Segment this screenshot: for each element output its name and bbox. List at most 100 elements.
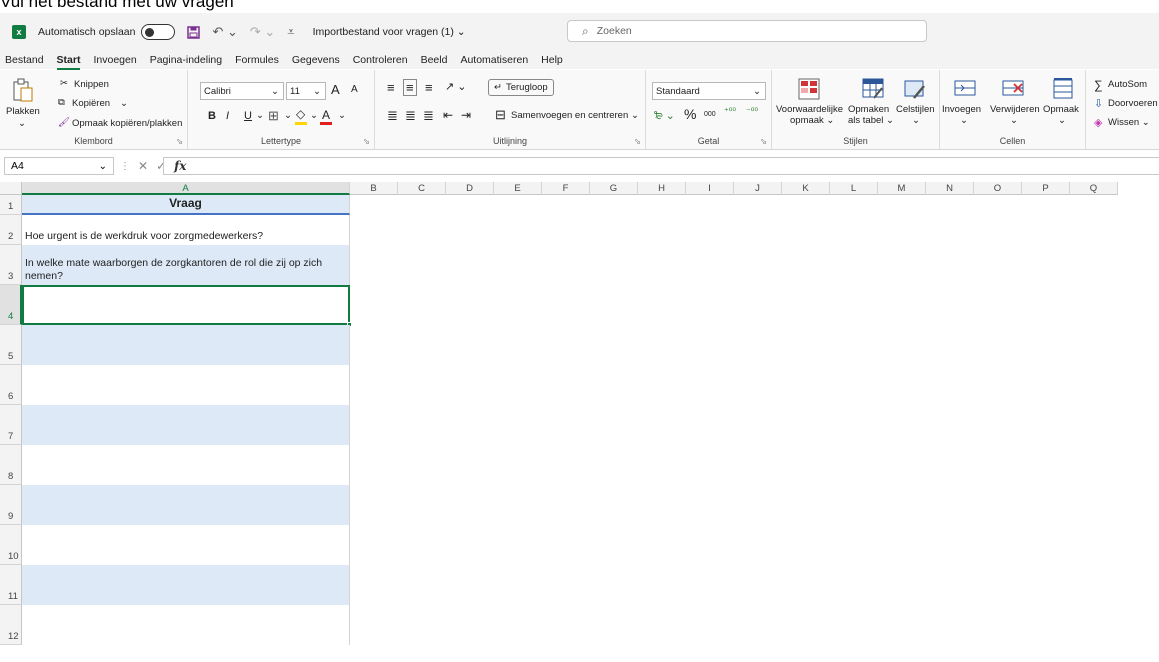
format-painter-button[interactable]: Opmaak kopiëren/plakken xyxy=(72,118,182,129)
align-center-icon[interactable]: ≣ xyxy=(405,108,416,124)
thousands-button[interactable]: 000 xyxy=(704,111,716,118)
cell-a10[interactable] xyxy=(22,525,350,565)
tab-bestand[interactable]: Bestand xyxy=(5,54,44,66)
row-header-8[interactable]: 8 xyxy=(0,445,22,485)
clipboard-launcher-icon[interactable]: ⬂ xyxy=(176,137,183,146)
column-header-n[interactable]: N xyxy=(926,182,974,195)
cell-a7[interactable] xyxy=(22,405,350,445)
cell-a12[interactable] xyxy=(22,605,350,645)
delete-cells-button-line2[interactable]: ⌄ xyxy=(1010,115,1018,126)
eraser-icon[interactable]: ◈ xyxy=(1094,116,1102,129)
tab-pagina-indeling[interactable]: Pagina-indeling xyxy=(150,54,222,66)
row-header-5[interactable]: 5 xyxy=(0,325,22,365)
column-header-e[interactable]: E xyxy=(494,182,542,195)
percent-button[interactable]: % xyxy=(684,106,696,122)
fill-color-icon[interactable]: ◇ xyxy=(296,107,305,121)
font-size-select[interactable]: 11 ⌄ xyxy=(286,82,326,100)
grow-font-button[interactable]: A xyxy=(331,82,340,97)
merge-center-icon[interactable]: ⊟ xyxy=(495,107,506,123)
format-as-table-button[interactable]: Opmaken xyxy=(848,104,889,115)
conditional-formatting-button[interactable]: Voorwaardelijke xyxy=(776,104,843,115)
cut-icon[interactable]: ✂ xyxy=(60,78,68,89)
font-color-icon[interactable]: A xyxy=(322,108,330,122)
chevron-down-icon[interactable]: ⌄ xyxy=(284,110,292,121)
chevron-down-icon[interactable]: ⌄ xyxy=(310,110,318,121)
merge-center-button[interactable]: Samenvoegen en centreren xyxy=(511,110,628,121)
tab-gegevens[interactable]: Gegevens xyxy=(292,54,340,66)
row-header-2[interactable]: 2 xyxy=(0,215,22,245)
delete-cells-button[interactable]: Verwijderen xyxy=(990,104,1040,115)
save-icon[interactable] xyxy=(187,25,201,39)
row-header-12[interactable]: 12 xyxy=(0,605,22,645)
alignment-launcher-icon[interactable]: ⬂ xyxy=(634,137,641,146)
column-header-j[interactable]: J xyxy=(734,182,782,195)
copy-icon[interactable]: ⧉ xyxy=(58,97,65,108)
column-header-g[interactable]: G xyxy=(590,182,638,195)
cell-a8[interactable] xyxy=(22,445,350,485)
format-cells-button-line2[interactable]: ⌄ xyxy=(1058,115,1066,126)
document-title[interactable]: Importbestand voor vragen (1) ⌄ xyxy=(313,26,466,38)
more-options-icon[interactable]: ⋮ xyxy=(120,161,130,172)
font-family-select[interactable]: Calibri ⌄ xyxy=(200,82,284,100)
align-left-icon[interactable]: ≣ xyxy=(387,108,398,124)
format-as-table-button-line2[interactable]: als tabel ⌄ xyxy=(848,115,894,126)
column-header-i[interactable]: I xyxy=(686,182,734,195)
insert-cells-button-line2[interactable]: ⌄ xyxy=(960,115,968,126)
column-header-a[interactable]: A xyxy=(22,182,350,195)
tab-start[interactable]: Start xyxy=(56,54,80,70)
insert-cells-button[interactable]: Invoegen xyxy=(942,104,981,115)
row-header-1[interactable]: 1 xyxy=(0,195,22,215)
row-header-6[interactable]: 6 xyxy=(0,365,22,405)
chevron-down-icon[interactable]: ⌄ xyxy=(631,110,639,121)
wrap-text-button[interactable]: ↵ Terugloop xyxy=(488,79,554,96)
column-header-m[interactable]: M xyxy=(878,182,926,195)
cell-styles-button[interactable]: Celstijlen xyxy=(896,104,935,115)
tab-automatiseren[interactable]: Automatiseren xyxy=(460,54,528,66)
autosave-toggle[interactable] xyxy=(141,24,176,40)
autosum-icon[interactable]: ∑ xyxy=(1094,78,1103,92)
format-as-table-icon[interactable] xyxy=(862,78,884,100)
cancel-icon[interactable]: ✕ xyxy=(138,159,148,173)
cell-styles-icon[interactable] xyxy=(904,78,926,100)
increase-indent-icon[interactable]: ⇥ xyxy=(461,108,471,122)
align-bottom-icon[interactable]: ≡ xyxy=(425,80,433,95)
row-header-11[interactable]: 11 xyxy=(0,565,22,605)
copy-dropdown-icon[interactable]: ⌄ xyxy=(120,98,128,109)
tab-invoegen[interactable]: Invoegen xyxy=(93,54,136,66)
increase-decimal-icon[interactable]: ⁺⁰⁰ xyxy=(724,106,736,117)
column-header-k[interactable]: K xyxy=(782,182,830,195)
tab-help[interactable]: Help xyxy=(541,54,563,66)
cell-styles-button-line2[interactable]: ⌄ xyxy=(912,115,920,126)
cut-button[interactable]: Knippen xyxy=(74,79,109,90)
tab-beeld[interactable]: Beeld xyxy=(421,54,448,66)
column-header-p[interactable]: P xyxy=(1022,182,1070,195)
cell-a2[interactable]: Hoe urgent is de werkdruk voor zorgmedew… xyxy=(22,215,350,245)
column-header-c[interactable]: C xyxy=(398,182,446,195)
column-header-h[interactable]: H xyxy=(638,182,686,195)
currency-icon[interactable]: ₻ ⌄ xyxy=(654,108,675,123)
tab-controleren[interactable]: Controleren xyxy=(353,54,408,66)
bold-button[interactable]: B xyxy=(208,110,216,122)
name-box[interactable]: A4 ⌄ xyxy=(4,157,114,175)
align-right-icon[interactable]: ≣ xyxy=(423,108,434,124)
search-box[interactable]: ⌕ Zoeken xyxy=(567,20,927,42)
cell-a5[interactable] xyxy=(22,325,350,365)
borders-icon[interactable]: ⊞ xyxy=(268,108,279,124)
cell-a3[interactable]: In welke mate waarborgen de zorgkantoren… xyxy=(22,245,350,285)
column-header-f[interactable]: F xyxy=(542,182,590,195)
undo-icon[interactable]: ↶ ⌄ xyxy=(212,24,237,40)
align-middle-icon[interactable]: ≡ xyxy=(403,79,417,96)
copy-button[interactable]: Kopiëren xyxy=(72,98,110,109)
conditional-formatting-icon[interactable] xyxy=(798,78,820,100)
column-header-d[interactable]: D xyxy=(446,182,494,195)
shrink-font-button[interactable]: A xyxy=(351,84,358,95)
decrease-indent-icon[interactable]: ⇤ xyxy=(443,108,453,122)
number-launcher-icon[interactable]: ⬂ xyxy=(760,137,767,146)
paste-dropdown-icon[interactable]: ⌄ xyxy=(18,118,26,129)
header-cell-a1[interactable]: Vraag xyxy=(22,195,350,215)
conditional-formatting-button-line2[interactable]: opmaak ⌄ xyxy=(790,115,834,126)
column-header-l[interactable]: L xyxy=(830,182,878,195)
format-cells-button[interactable]: Opmaak xyxy=(1043,104,1079,115)
row-header-4[interactable]: 4 xyxy=(0,285,22,325)
row-header-7[interactable]: 7 xyxy=(0,405,22,445)
